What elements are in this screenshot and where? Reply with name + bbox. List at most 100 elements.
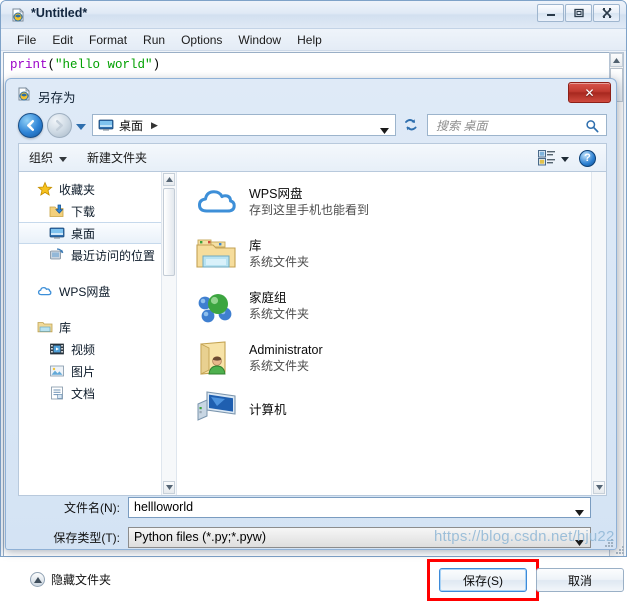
filetype-label: 保存类型(T):	[53, 530, 120, 545]
menu-options[interactable]: Options	[173, 31, 230, 49]
chevron-down-icon	[575, 509, 584, 516]
new-folder-button[interactable]: 新建文件夹	[77, 149, 157, 166]
python-file-icon	[16, 86, 32, 102]
list-item[interactable]: 库 系统文件夹	[177, 228, 606, 280]
search-placeholder: 搜索 桌面	[436, 118, 488, 133]
save-as-dialog: 另存为 ✕ 桌面 ▶ 搜索 桌面 组织 新建文件夹 ? 收藏夹 下载 桌面 最近…	[5, 78, 624, 601]
desktop-icon	[49, 225, 65, 241]
file-list-scrollbar[interactable]	[591, 172, 606, 495]
list-item-subtitle: 系统文件夹	[249, 359, 310, 373]
sidebar-label: 文档	[71, 386, 96, 401]
filetype-row: 保存类型(T): Python files (*.py;*.pyw)	[18, 526, 591, 548]
list-item-texts: WPS网盘 存到这里手机也能看到	[249, 186, 369, 218]
filetype-select[interactable]: Python files (*.py;*.pyw)	[128, 526, 591, 549]
library-folder-icon	[195, 234, 237, 274]
save-button[interactable]: 保存(S)	[439, 568, 527, 592]
sidebar-label: WPS网盘	[59, 284, 111, 299]
dialog-resize-grip[interactable]	[600, 534, 613, 547]
code-keyword: print	[10, 58, 48, 72]
sidebar-label: 收藏夹	[59, 182, 96, 197]
menu-help[interactable]: Help	[289, 31, 330, 49]
breadcrumb-separator[interactable]: ▶	[151, 120, 158, 131]
editor-title: *Untitled*	[31, 6, 88, 20]
close-button[interactable]	[593, 4, 620, 22]
address-dropdown-button[interactable]	[380, 123, 389, 137]
nav-scrollbar-thumb[interactable]	[163, 188, 175, 276]
resize-grip-icon	[605, 539, 613, 547]
list-item-texts: 家庭组 系统文件夹	[249, 290, 309, 322]
list-scroll-down-button[interactable]	[593, 481, 605, 494]
menu-file[interactable]: File	[9, 31, 44, 49]
list-item-texts: 计算机	[249, 402, 287, 418]
sidebar-item-wps-cloud[interactable]: WPS网盘	[19, 280, 176, 302]
sidebar-item-pictures[interactable]: 图片	[19, 360, 176, 382]
sidebar-label: 下载	[71, 204, 96, 219]
scroll-up-button[interactable]	[610, 53, 623, 67]
hide-folders-label: 隐藏文件夹	[51, 573, 112, 587]
organize-button[interactable]: 组织	[19, 149, 77, 166]
sidebar-item-downloads[interactable]: 下载	[19, 200, 176, 222]
code-open-paren: (	[47, 58, 56, 72]
back-button[interactable]	[18, 113, 43, 138]
list-item-name: Administrator	[249, 343, 323, 357]
list-item[interactable]: Administrator 系统文件夹	[177, 332, 606, 384]
python-idle-icon	[10, 7, 26, 23]
chevron-down-icon	[575, 539, 584, 546]
list-item-name: 计算机	[249, 403, 287, 417]
toolbar-right-group: ?	[534, 144, 602, 172]
sidebar-item-favorites[interactable]: 收藏夹	[19, 178, 176, 200]
sidebar-item-recent-places[interactable]: 最近访问的位置	[19, 244, 176, 266]
maximize-button[interactable]	[565, 4, 592, 22]
menu-run[interactable]: Run	[135, 31, 173, 49]
file-list-pane[interactable]: WPS网盘 存到这里手机也能看到 库 系统文件夹 家庭组 系统文件夹 Admin…	[177, 172, 606, 495]
help-label: ?	[584, 151, 591, 164]
filename-row: 文件名(N): hellloworld	[18, 496, 591, 518]
hide-folders-button[interactable]: 隐藏文件夹	[30, 571, 111, 588]
list-item[interactable]: 计算机	[177, 384, 606, 436]
code-close-paren: )	[152, 58, 161, 72]
editor-titlebar: *Untitled*	[1, 1, 626, 29]
menu-format[interactable]: Format	[81, 31, 135, 49]
sidebar-item-libraries[interactable]: 库	[19, 316, 176, 338]
address-bar[interactable]: 桌面 ▶	[92, 114, 396, 136]
pictures-icon	[49, 363, 65, 379]
sidebar-label: 最近访问的位置	[71, 248, 156, 263]
maximize-icon	[573, 8, 584, 18]
help-button[interactable]: ?	[579, 149, 596, 167]
dialog-body: 收藏夹 下载 桌面 最近访问的位置 WPS网盘 库 视频 图片 文档 WPS网盘…	[18, 171, 607, 496]
refresh-button[interactable]	[399, 114, 423, 136]
save-button-label: 保存(S)	[463, 573, 503, 588]
menu-window[interactable]: Window	[230, 31, 289, 49]
sidebar-item-desktop[interactable]: 桌面	[19, 222, 176, 244]
sidebar-item-videos[interactable]: 视频	[19, 338, 176, 360]
list-item[interactable]: 家庭组 系统文件夹	[177, 280, 606, 332]
sidebar-item-documents[interactable]: 文档	[19, 382, 176, 404]
list-item-name: 家庭组	[249, 291, 287, 305]
new-folder-label: 新建文件夹	[87, 151, 148, 165]
sidebar-label: 视频	[71, 342, 96, 357]
navigation-pane: 收藏夹 下载 桌面 最近访问的位置 WPS网盘 库 视频 图片 文档	[19, 172, 177, 495]
list-item[interactable]: WPS网盘 存到这里手机也能看到	[177, 176, 606, 228]
view-mode-button[interactable]	[534, 150, 573, 166]
dialog-close-button[interactable]: ✕	[568, 82, 611, 103]
sidebar-label: 库	[59, 320, 72, 335]
search-input[interactable]: 搜索 桌面	[427, 114, 607, 136]
recent-pages-button[interactable]	[75, 121, 87, 131]
menu-edit[interactable]: Edit	[44, 31, 81, 49]
dialog-form: 文件名(N): hellloworld 保存类型(T): Python file…	[18, 496, 607, 554]
search-icon[interactable]	[585, 119, 599, 136]
editor-menubar: File Edit Format Run Options Window Help	[1, 29, 626, 51]
view-mode-caret	[561, 151, 569, 165]
filename-input[interactable]: hellloworld	[128, 496, 591, 519]
minimize-button[interactable]	[537, 4, 564, 22]
nav-scroll-up-button[interactable]	[163, 173, 175, 186]
navigation-pane-scrollbar[interactable]	[161, 172, 176, 495]
video-icon	[49, 341, 65, 357]
cancel-button[interactable]: 取消	[536, 568, 624, 592]
filename-dropdown-button[interactable]	[575, 505, 584, 519]
filetype-dropdown-button[interactable]	[575, 535, 584, 549]
refresh-icon	[405, 119, 417, 131]
nav-scroll-down-button[interactable]	[163, 481, 175, 494]
dialog-navigation-bar: 桌面 ▶ 搜索 桌面	[6, 109, 616, 141]
